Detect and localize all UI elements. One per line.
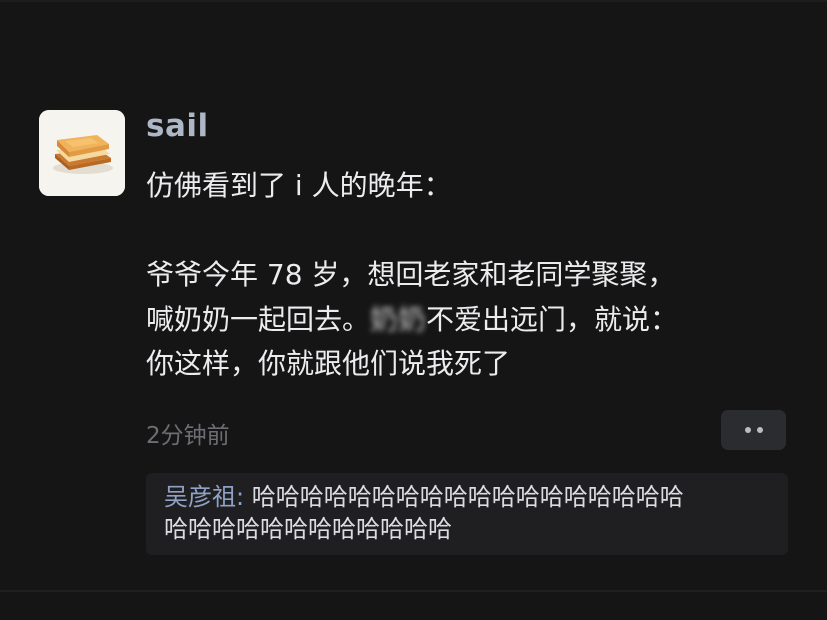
post-line-3: 喊奶奶一起回去。奶奶不爱出远门，就说： [146,298,806,343]
avatar[interactable] [39,110,125,196]
post-line-4: 你这样，你就跟他们说我死了 [146,347,511,380]
reply-text: 吴彦祖: 哈哈哈哈哈哈哈哈哈哈哈哈哈哈哈哈哈哈 哈哈哈哈哈哈哈哈哈哈哈哈 [164,481,779,545]
username[interactable]: sail [146,108,209,144]
more-dots-icon [744,427,751,433]
reply-box[interactable]: 吴彦祖: 哈哈哈哈哈哈哈哈哈哈哈哈哈哈哈哈哈哈 哈哈哈哈哈哈哈哈哈哈哈哈 [146,473,788,555]
post-line-2: 爷爷今年 78 岁，想回老家和老同学聚聚， [146,258,676,291]
post-line-3-start: 喊奶奶一起回去。 [146,302,371,336]
comment-post: sail 仿佛看到了 i 人的晚年： 爷爷今年 78 岁，想回老家和老同学聚聚，… [0,0,827,620]
post-content: 仿佛看到了 i 人的晚年： 爷爷今年 78 岁，想回老家和老同学聚聚， 喊奶奶一… [146,164,806,387]
bottom-divider [0,590,827,592]
blurred-word: 奶奶 [370,302,427,336]
reply-separator: : [236,483,252,511]
reply-author[interactable]: 吴彦祖 [164,483,236,511]
post-line-3-end: 不爱出远门，就说： [426,302,679,336]
timestamp: 2分钟前 [146,423,230,449]
reply-line-1: 哈哈哈哈哈哈哈哈哈哈哈哈哈哈哈哈哈哈 [251,483,684,511]
more-options-button[interactable] [721,410,786,450]
more-dots-icon [756,427,763,433]
reply-line-2: 哈哈哈哈哈哈哈哈哈哈哈哈 [164,515,452,543]
post-line-1: 仿佛看到了 i 人的晚年： [146,169,452,202]
toast-sandwich-icon [39,110,125,196]
